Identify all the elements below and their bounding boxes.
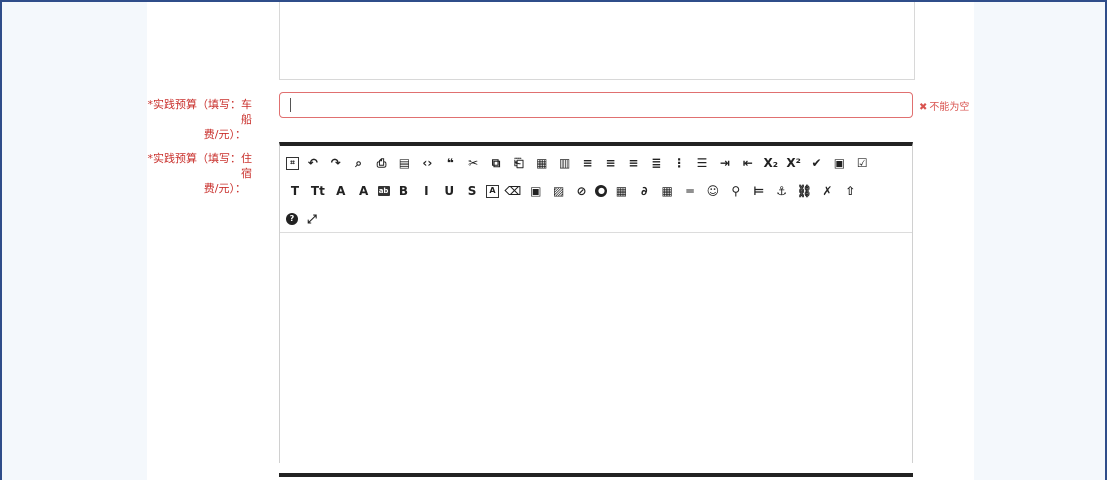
- toolbar-row-2: T Tt A Aab B I U S A ⌫ ▣ ▨ ⊘ ● ▦ ∂ ▦ ═ ☺ ⚲ ⊨ ⚓ ⛓ ✗ ⇧: [286, 180, 864, 202]
- bold-icon[interactable]: B: [394, 182, 412, 200]
- font-family-icon[interactable]: A: [332, 182, 350, 200]
- multi-image-icon[interactable]: ▨: [550, 182, 568, 200]
- field-label-travel-budget: *实践预算（填写：车船 费/元）：: [140, 97, 253, 142]
- font-color-icon[interactable]: A: [355, 182, 373, 200]
- align-justify-icon[interactable]: ≣: [647, 154, 665, 172]
- hr-icon[interactable]: ═: [681, 182, 699, 200]
- paste-text-icon[interactable]: ▦: [533, 154, 551, 172]
- unlink-icon[interactable]: ✗: [818, 182, 836, 200]
- emoticon-icon[interactable]: ☺: [704, 182, 722, 200]
- field-label-lodging-budget: *实践预算（填写：住宿 费/元）：: [140, 151, 253, 196]
- flash-icon[interactable]: ⊘: [573, 182, 591, 200]
- text-caret: [290, 98, 291, 112]
- paste-word-icon[interactable]: ▥: [556, 154, 574, 172]
- clear-format-icon[interactable]: ✔: [807, 154, 825, 172]
- link-icon[interactable]: ⛓: [795, 182, 813, 200]
- rich-text-editor: ⌗ ↶ ↷ ⌕ ⎙ ▤ ‹› ❝ ✂ ⧉ ⎗ ▦ ▥ ≡ ≡ ≡ ≣ ⋮ ☰ ⇥ ⇤ X₂ X² ✔ ▣ ☑ T Tt A Aab B I U…: [279, 142, 913, 463]
- align-right-icon[interactable]: ≡: [624, 154, 642, 172]
- align-left-icon[interactable]: ≡: [579, 154, 597, 172]
- checkbox-icon[interactable]: ☑: [853, 154, 871, 172]
- source-code-icon[interactable]: ⌗: [286, 156, 299, 170]
- align-center-icon[interactable]: ≡: [601, 154, 619, 172]
- copy-icon[interactable]: ⧉: [487, 154, 505, 172]
- label-line-1: 实践预算（填写：车船: [153, 98, 252, 126]
- fullscreen-icon[interactable]: ⤢: [303, 210, 321, 228]
- toolbar-row-3: ? ⤢: [286, 208, 326, 230]
- highlight-icon[interactable]: ab: [377, 186, 390, 196]
- upload-icon[interactable]: ⇧: [841, 182, 859, 200]
- title-icon[interactable]: T: [286, 182, 304, 200]
- line-height-icon[interactable]: A: [486, 184, 500, 198]
- cut-icon[interactable]: ✂: [464, 154, 482, 172]
- previous-editor-area[interactable]: [279, 2, 915, 80]
- validation-error: ✖ 不能为空: [919, 98, 969, 113]
- select-all-icon[interactable]: ▣: [830, 154, 848, 172]
- error-text: 不能为空: [929, 102, 970, 113]
- paste-icon[interactable]: ⎗: [510, 154, 528, 172]
- outdent-icon[interactable]: ⇤: [739, 154, 757, 172]
- editor-toolbar: ⌗ ↶ ↷ ⌕ ⎙ ▤ ‹› ❝ ✂ ⧉ ⎗ ▦ ▥ ≡ ≡ ≡ ≣ ⋮ ☰ ⇥ ⇤ X₂ X² ✔ ▣ ☑ T Tt A Aab B I U…: [280, 146, 912, 233]
- eraser-icon[interactable]: ⌫: [504, 182, 522, 200]
- subscript-icon[interactable]: X₂: [762, 154, 780, 172]
- indent-icon[interactable]: ⇥: [716, 154, 734, 172]
- table-icon[interactable]: ▦: [658, 182, 676, 200]
- unordered-list-icon[interactable]: ☰: [693, 154, 711, 172]
- preview-icon[interactable]: ⌕: [350, 154, 368, 172]
- underline-icon[interactable]: U: [440, 182, 458, 200]
- next-editor-toolbar-edge: [279, 473, 913, 480]
- label-line-1: 实践预算（填写：住宿: [153, 152, 252, 180]
- map-icon[interactable]: ⚲: [727, 182, 745, 200]
- media-icon[interactable]: ●: [595, 185, 608, 197]
- redo-icon[interactable]: ↷: [327, 154, 345, 172]
- editor-content-area[interactable]: [280, 233, 912, 463]
- label-line-2: 费/元）：: [203, 182, 246, 195]
- ordered-list-icon[interactable]: ⋮: [670, 154, 688, 172]
- travel-budget-input[interactable]: [279, 92, 913, 118]
- help-icon[interactable]: ?: [286, 213, 298, 225]
- image-icon[interactable]: ▣: [527, 182, 545, 200]
- video-icon[interactable]: ▦: [612, 182, 630, 200]
- print-icon[interactable]: ⎙: [373, 154, 391, 172]
- undo-icon[interactable]: ↶: [304, 154, 322, 172]
- attachment-icon[interactable]: ∂: [635, 182, 653, 200]
- anchor-icon[interactable]: ⚓: [773, 182, 791, 200]
- font-size-icon[interactable]: Tt: [309, 182, 327, 200]
- template-icon[interactable]: ▤: [395, 154, 413, 172]
- blockquote-icon[interactable]: ❝: [441, 154, 459, 172]
- page-break-icon[interactable]: ⊨: [750, 182, 768, 200]
- error-x-icon: ✖: [919, 102, 928, 113]
- superscript-icon[interactable]: X²: [785, 154, 803, 172]
- toolbar-row-1: ⌗ ↶ ↷ ⌕ ⎙ ▤ ‹› ❝ ✂ ⧉ ⎗ ▦ ▥ ≡ ≡ ≡ ≣ ⋮ ☰ ⇥ ⇤ X₂ X² ✔ ▣ ☑: [286, 152, 876, 174]
- italic-icon[interactable]: I: [417, 182, 435, 200]
- strikethrough-icon[interactable]: S: [463, 182, 481, 200]
- label-line-2: 费/元）：: [203, 128, 246, 141]
- code-icon[interactable]: ‹›: [418, 154, 436, 172]
